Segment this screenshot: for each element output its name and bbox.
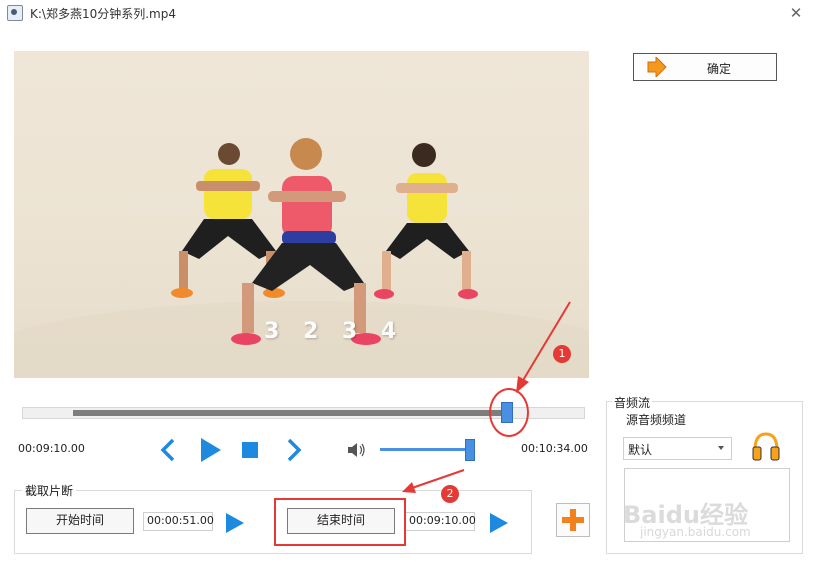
stop-button[interactable] [242, 442, 258, 458]
window-title: K:\郑多燕10分钟系列.mp4 [30, 7, 176, 21]
volume-slider-thumb[interactable] [465, 439, 475, 461]
audio-stream-title: 音频流 [612, 394, 653, 411]
play-start-button[interactable] [224, 511, 246, 535]
plus-icon [562, 509, 584, 531]
chevron-down-icon [718, 446, 724, 450]
volume-slider-track[interactable] [380, 448, 470, 451]
audio-source-label: 源音频频道 [626, 413, 687, 427]
timeline-selected-range [73, 410, 505, 416]
headphone-icon[interactable] [750, 430, 782, 462]
prev-icon [160, 438, 175, 462]
next-icon [287, 438, 302, 462]
current-time: 00:09:10.00 [18, 442, 85, 455]
watermark-url: jingyan.baidu.com [640, 525, 751, 539]
dancer-right [374, 143, 478, 299]
annotation-rect [274, 498, 406, 546]
play-icon [201, 438, 221, 462]
annotation-badge-1: 1 [553, 345, 571, 363]
speaker-icon[interactable] [347, 442, 367, 458]
title-bar: K:\郑多燕10分钟系列.mp4 ✕ [0, 0, 814, 26]
audio-channel-select[interactable]: 默认 [623, 437, 732, 460]
annotation-ellipse [489, 388, 529, 437]
total-time: 00:10:34.00 [521, 442, 588, 455]
add-clip-button[interactable] [556, 503, 590, 537]
play-icon [226, 513, 244, 533]
end-time-field[interactable]: 00:09:10.00 [405, 512, 476, 531]
annotation-badge-2: 2 [441, 485, 459, 503]
next-button[interactable] [285, 437, 303, 463]
previous-button[interactable] [159, 437, 177, 463]
audio-channel-value: 默认 [628, 443, 653, 457]
start-time-field[interactable]: 00:00:51.00 [143, 512, 214, 531]
confirm-label: 确定 [706, 62, 731, 76]
close-icon: ✕ [789, 4, 803, 22]
close-button[interactable]: ✕ [786, 3, 806, 23]
clip-section-title: 截取片断 [22, 482, 77, 499]
start-time-button[interactable]: 开始时间 [26, 508, 134, 534]
app-icon [7, 5, 23, 21]
play-icon [490, 513, 508, 533]
beat-count-overlay: 3 2 3 4 [264, 319, 405, 344]
confirm-button[interactable]: 确定 [633, 53, 777, 81]
play-end-button[interactable] [488, 511, 510, 535]
play-button[interactable] [199, 436, 223, 464]
